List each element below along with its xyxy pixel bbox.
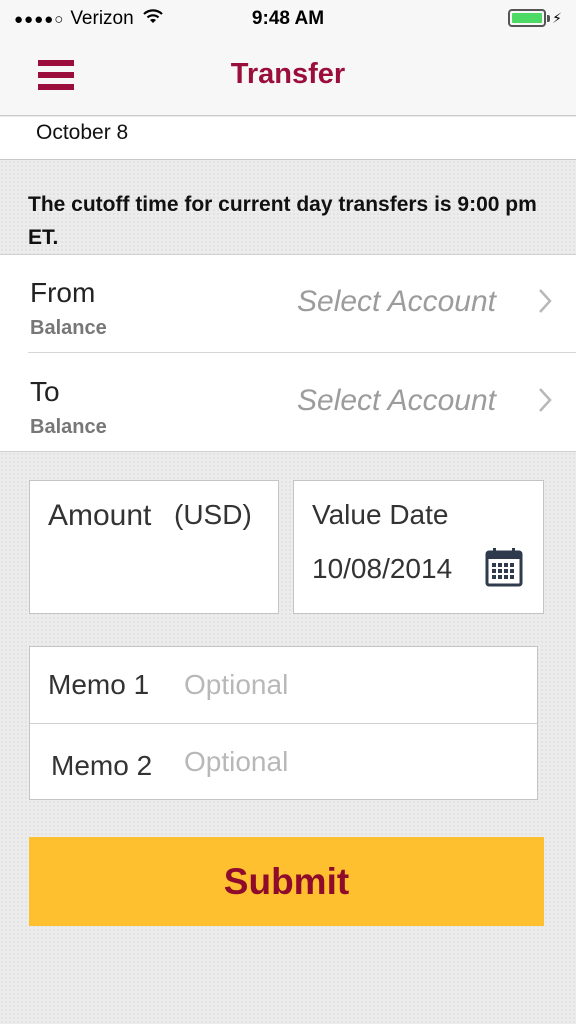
nav-bar: Transfer bbox=[0, 38, 576, 116]
value-date-label: Value Date bbox=[312, 499, 449, 530]
to-label: To bbox=[30, 376, 60, 407]
status-time: 9:48 AM bbox=[251, 8, 325, 29]
chevron-right-icon bbox=[538, 288, 552, 319]
battery-icon: ⚡ bbox=[508, 9, 562, 27]
date-header-text: October 8 bbox=[36, 121, 129, 144]
from-label: From bbox=[30, 277, 96, 308]
from-balance-label: Balance bbox=[30, 317, 107, 339]
status-bar: ●●●●○ Verizon 9:48 AM ⚡ bbox=[0, 0, 576, 38]
memo-2-label: Memo 2 bbox=[51, 750, 153, 781]
amount-label: Amount bbox=[48, 499, 152, 532]
date-header: October 8 bbox=[0, 117, 576, 160]
memo-1-input[interactable] bbox=[184, 665, 514, 705]
calendar-icon[interactable] bbox=[485, 547, 523, 592]
from-select-account: Select Account bbox=[297, 285, 496, 318]
submit-button[interactable]: Submit bbox=[29, 837, 544, 926]
page-title: Transfer bbox=[230, 58, 346, 90]
value-date-field[interactable]: Value Date 10/08/2014 bbox=[293, 480, 544, 614]
amount-field[interactable]: Amount (USD) bbox=[29, 480, 279, 614]
to-balance-label: Balance bbox=[30, 416, 107, 438]
memo-1-row: Memo 1 bbox=[30, 647, 537, 724]
memo-1-label: Memo 1 bbox=[48, 669, 150, 700]
account-select-list: From Balance Select Account To Balance S… bbox=[0, 254, 576, 452]
charging-icon: ⚡ bbox=[552, 9, 562, 26]
from-account-row[interactable]: From Balance Select Account bbox=[28, 255, 576, 353]
to-account-row[interactable]: To Balance Select Account bbox=[28, 354, 576, 452]
amount-currency: (USD) bbox=[174, 499, 252, 530]
to-select-account: Select Account bbox=[297, 384, 496, 417]
memo-group: Memo 1 Memo 2 bbox=[29, 646, 538, 800]
memo-2-input[interactable] bbox=[184, 742, 514, 782]
chevron-right-icon bbox=[538, 387, 552, 418]
cutoff-notice: The cutoff time for current day transfer… bbox=[28, 193, 537, 249]
value-date-value: 10/08/2014 bbox=[312, 553, 453, 584]
memo-2-row: Memo 2 bbox=[30, 724, 537, 801]
